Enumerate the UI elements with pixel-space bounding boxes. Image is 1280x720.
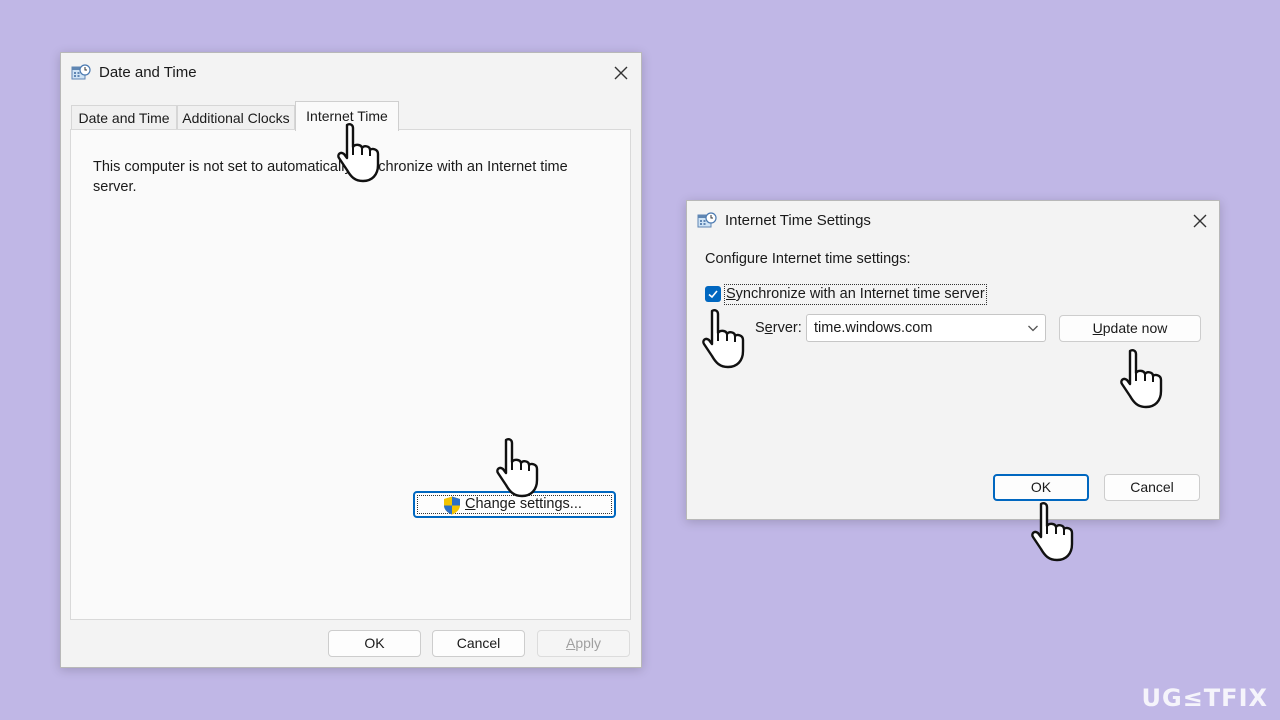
sync-status-message: This computer is not set to automaticall…: [93, 159, 568, 195]
ok-button[interactable]: OK: [993, 474, 1089, 501]
cancel-button[interactable]: Cancel: [1104, 474, 1200, 501]
update-text: pdate now: [1102, 320, 1168, 336]
internet-time-panel: This computer is not set to automaticall…: [70, 129, 631, 620]
server-accel: e: [764, 320, 773, 336]
titlebar[interactable]: Internet Time Settings: [687, 201, 1219, 241]
tab-internet-time[interactable]: Internet Time: [295, 101, 399, 131]
ok-button[interactable]: OK: [328, 630, 421, 657]
apply-accel: A: [565, 635, 576, 651]
configure-label: Configure Internet time settings:: [705, 251, 911, 267]
server-label: Server:: [755, 320, 802, 336]
sync-accel: S: [726, 286, 736, 302]
change-settings-button[interactable]: Change settings...: [413, 491, 616, 518]
tab-additional-clocks[interactable]: Additional Clocks: [177, 105, 295, 130]
window-title: Internet Time Settings: [725, 212, 871, 229]
date-time-icon: [71, 64, 91, 80]
tab-date-and-time[interactable]: Date and Time: [71, 105, 177, 130]
checkmark-icon: [708, 290, 718, 299]
apply-button[interactable]: Apply: [537, 630, 630, 657]
close-icon: [614, 66, 628, 80]
internet-time-settings-window: Internet Time Settings Configure Interne…: [686, 200, 1220, 520]
update-now-button[interactable]: Update now: [1059, 315, 1201, 342]
server-value: time.windows.com: [814, 320, 933, 336]
change-settings-label: Change settings...: [465, 493, 582, 516]
update-accel: U: [1092, 320, 1103, 336]
close-button[interactable]: [1185, 207, 1215, 235]
close-icon: [1193, 214, 1207, 228]
change-settings-text: hange settings...: [475, 496, 582, 512]
date-time-icon: [697, 212, 717, 228]
sync-checkbox[interactable]: [705, 286, 721, 302]
watermark-logo: UG≤TFIX: [1141, 684, 1268, 712]
server-combobox[interactable]: time.windows.com: [806, 314, 1046, 342]
chevron-down-icon[interactable]: [1027, 322, 1039, 334]
sync-text: ynchronize with an Internet time server: [735, 286, 985, 302]
server-label-post: rver:: [772, 320, 802, 336]
change-settings-accel: C: [465, 496, 476, 512]
uac-shield-icon: [444, 496, 460, 515]
window-title: Date and Time: [99, 64, 197, 81]
sync-checkbox-label[interactable]: Synchronize with an Internet time server: [724, 284, 987, 305]
close-button[interactable]: [606, 59, 636, 87]
cancel-button[interactable]: Cancel: [432, 630, 525, 657]
apply-text: pply: [575, 635, 602, 651]
date-and-time-window: Date and Time Date and Time Additional C…: [60, 52, 642, 668]
titlebar[interactable]: Date and Time: [61, 53, 641, 93]
server-label-pre: S: [755, 320, 765, 336]
